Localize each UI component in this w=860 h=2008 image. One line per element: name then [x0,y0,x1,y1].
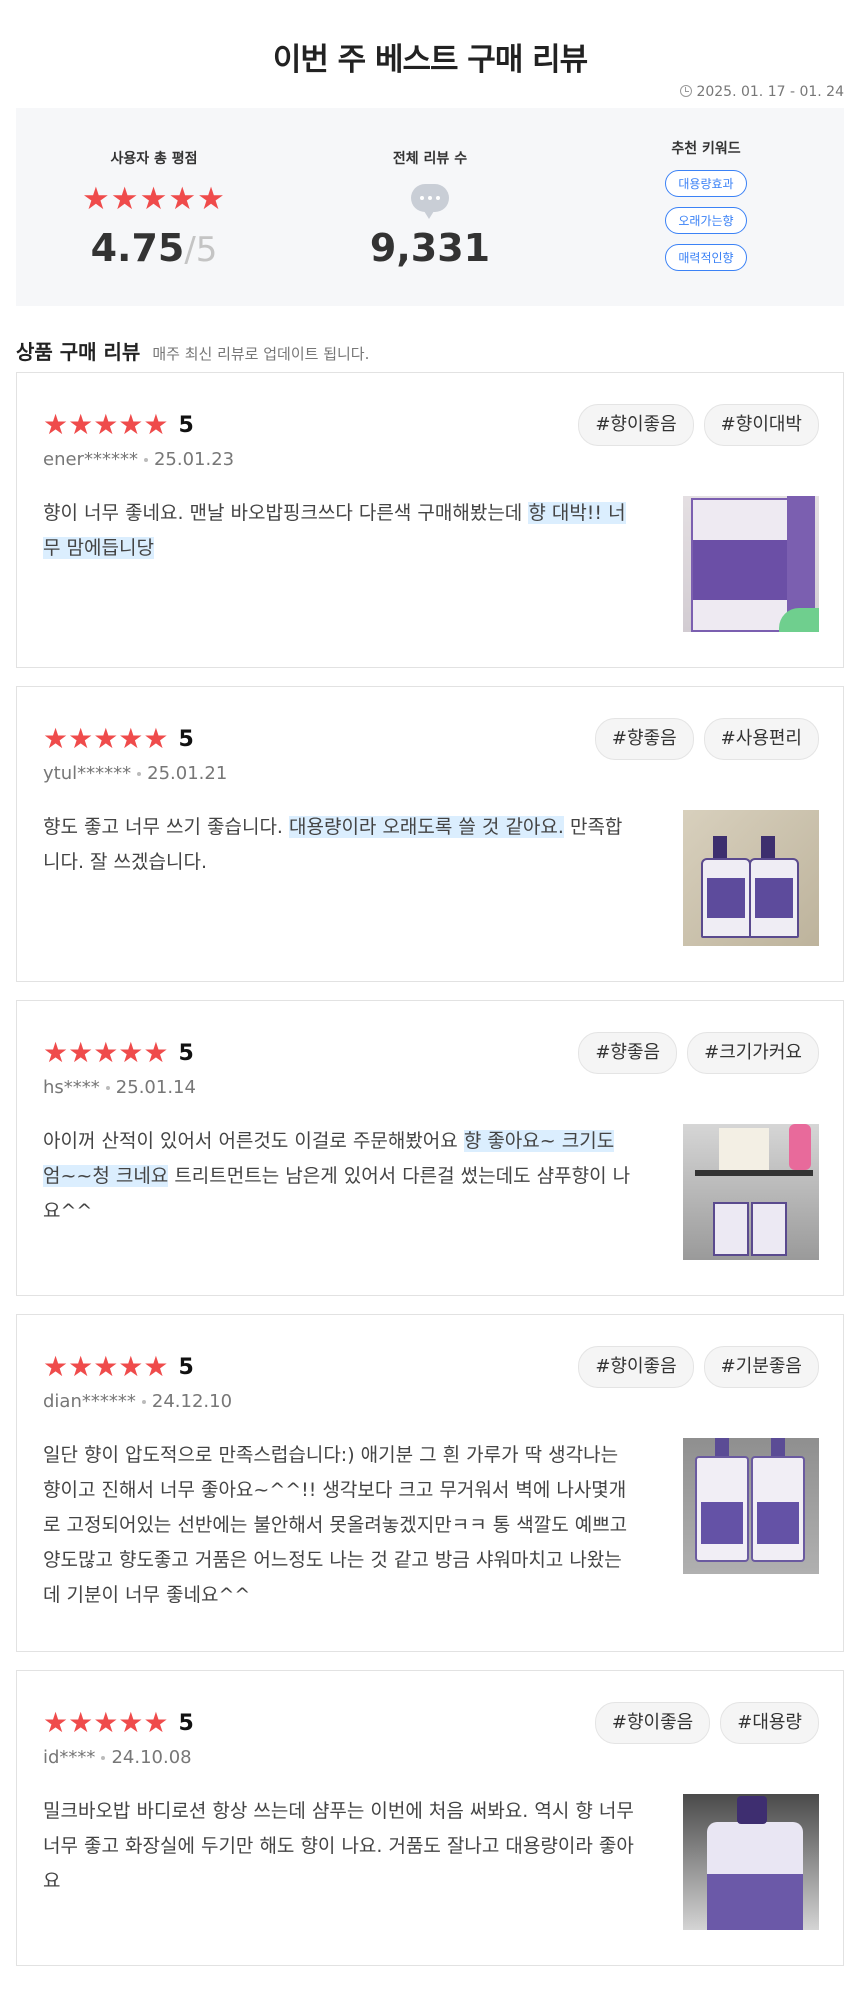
review-date: 25.01.21 [147,763,228,784]
review-tag[interactable]: #향좋음 [578,1032,678,1074]
review-rating: ★★★★★ 5 [43,1709,194,1737]
review-tag[interactable]: #대용량 [720,1702,819,1744]
review-card[interactable]: ★★★★★ 5 #향이좋음 #대용량 id**** 24.10.08 밀크바오밥 … [16,1670,844,1966]
review-tag[interactable]: #기분좋음 [703,1346,819,1388]
review-meta: hs**** 25.01.14 [43,1077,819,1098]
star-rating-icons: ★★★★★ [43,1036,169,1069]
keywords-label: 추천 키워드 [671,141,741,157]
meta-separator [143,458,148,462]
review-text-part: 향도 좋고 너무 쓰기 좋습니다. [43,816,289,838]
total-rating-label: 사용자 총 평점 [110,151,198,167]
review-photo-thumbnail[interactable] [683,810,819,946]
review-tags: #향좋음 #크기가커요 [568,1032,819,1074]
total-count-block: 전체 리뷰 수 9,331 [292,108,568,306]
total-rating-stars: ★★★★★ [82,181,226,217]
review-tags: #향이좋음 #향이대박 [568,404,819,446]
review-highlight: 대용량이라 오래도록 쓸 것 같아요. [289,816,564,838]
page-title: 이번 주 베스트 구매 리뷰 [272,42,588,78]
recommended-keywords-block: 추천 키워드 대용량효과 오래가는향 매력적인향 [568,108,844,306]
total-count-label: 전체 리뷰 수 [392,151,468,167]
star-rating-icons: ★★★★★ [43,408,169,441]
review-card[interactable]: ★★★★★ 5 #향이좋음 #향이대박 ener****** 25.01.23 향… [16,372,844,668]
review-photo-thumbnail[interactable] [683,1794,819,1930]
meta-separator [137,772,142,776]
review-card[interactable]: ★★★★★ 5 #향좋음 #사용편리 ytul****** 25.01.21 향도… [16,686,844,982]
review-text: 일단 향이 압도적으로 만족스럽습니다:) 애기분 그 흰 가루가 딱 생각나는… [43,1444,628,1606]
review-photo-thumbnail[interactable] [683,496,819,632]
keyword-pill[interactable]: 매력적인향 [665,244,747,271]
rating-number: 5 [178,1040,194,1066]
review-tag[interactable]: #향이좋음 [578,404,694,446]
meta-separator [105,1086,110,1090]
review-text: 향이 너무 좋네요. 맨날 바오밥핑크쓰다 다른색 구매해봤는데 향 대박!! … [43,496,635,632]
review-period: 2025. 01. 17 - 01. 24 [16,74,844,108]
review-tag[interactable]: #향이좋음 [594,1702,711,1744]
rating-number: 5 [178,412,194,438]
review-tag[interactable]: #향이대박 [703,404,819,446]
review-text: 아이꺼 산적이 있어서 어른것도 이걸로 주문해봤어요 향 좋아요~ 크기도 엄… [43,1124,635,1260]
review-meta: ener****** 25.01.23 [43,449,819,470]
reviewer-id: dian****** [43,1391,136,1412]
total-rating-block: 사용자 총 평점 ★★★★★ 4.75/5 [16,108,292,306]
chat-bubble-icon [411,184,449,219]
section-subtitle: 매주 최신 리뷰로 업데이트 됩니다. [152,345,370,363]
review-meta: id**** 24.10.08 [43,1747,819,1768]
review-tags: #향이좋음 #대용량 [585,1702,819,1744]
best-review-page: 이번 주 베스트 구매 리뷰 2025. 01. 17 - 01. 24 사용자… [0,0,860,1966]
rating-number: 5 [178,1354,194,1380]
review-text-part: 향이 너무 좋네요. 맨날 바오밥핑크쓰다 다른색 구매해봤는데 [43,502,529,524]
section-header: 상품 구매 리뷰 매주 최신 리뷰로 업데이트 됩니다. [16,336,844,372]
review-rating: ★★★★★ 5 [43,1039,194,1067]
reviewer-id: id**** [43,1747,96,1768]
review-date: 24.10.08 [111,1747,192,1768]
review-meta: dian****** 24.12.10 [43,1391,819,1412]
review-tag[interactable]: #사용편리 [703,718,819,760]
review-tags: #향이좋음 #기분좋음 [568,1346,819,1388]
review-summary-panel: 사용자 총 평점 ★★★★★ 4.75/5 전체 리뷰 수 9,331 추천 키… [16,108,844,306]
review-rating: ★★★★★ 5 [43,411,194,439]
star-rating-icons: ★★★★★ [43,1350,169,1383]
rating-max: 5 [195,230,218,270]
total-count-value: 9,331 [369,226,491,270]
review-meta: ytul****** 25.01.21 [43,763,819,784]
section-title: 상품 구매 리뷰 [16,340,141,364]
meta-separator [141,1400,146,1404]
rating-number: 5 [178,726,194,752]
review-text: 향도 좋고 너무 쓰기 좋습니다. 대용량이라 오래도록 쓸 것 같아요. 만족… [43,810,635,946]
clock-icon [680,85,693,97]
reviewer-id: ener****** [43,449,138,470]
review-text: 밀크바오밥 바디로션 항상 쓰는데 샴푸는 이번에 처음 써봐요. 역시 향 너… [43,1800,634,1892]
review-tag[interactable]: #향좋음 [594,718,694,760]
reviewer-id: hs**** [43,1077,100,1098]
review-date: 25.01.14 [115,1077,196,1098]
review-tags: #향좋음 #사용편리 [585,718,819,760]
star-rating-icons: ★★★★★ [43,1706,169,1739]
review-tag[interactable]: #향이좋음 [578,1346,694,1388]
star-rating-icons: ★★★★★ [43,722,169,755]
review-rating: ★★★★★ 5 [43,1353,194,1381]
rating-number: 5 [178,1710,194,1736]
reviewer-id: ytul****** [43,763,132,784]
period-text: 2025. 01. 17 - 01. 24 [696,84,844,100]
total-rating-score: 4.75/5 [91,226,218,272]
review-rating: ★★★★★ 5 [43,725,194,753]
review-date: 25.01.23 [153,449,235,470]
review-date: 24.12.10 [151,1391,233,1412]
review-card[interactable]: ★★★★★ 5 #향이좋음 #기분좋음 dian****** 24.12.10 일… [16,1314,844,1652]
review-text-part: 아이꺼 산적이 있어서 어른것도 이걸로 주문해봤어요 [43,1130,464,1152]
review-photo-thumbnail[interactable] [683,1124,819,1260]
review-card[interactable]: ★★★★★ 5 #향좋음 #크기가커요 hs**** 25.01.14 아이꺼 산… [16,1000,844,1296]
review-photo-thumbnail[interactable] [683,1438,819,1574]
meta-separator [101,1756,106,1760]
keyword-pill[interactable]: 오래가는향 [665,207,747,234]
review-tag[interactable]: #크기가커요 [687,1032,819,1074]
rating-value: 4.75 [90,226,185,270]
rating-separator: / [184,230,196,270]
keyword-pill[interactable]: 대용량효과 [665,170,747,197]
